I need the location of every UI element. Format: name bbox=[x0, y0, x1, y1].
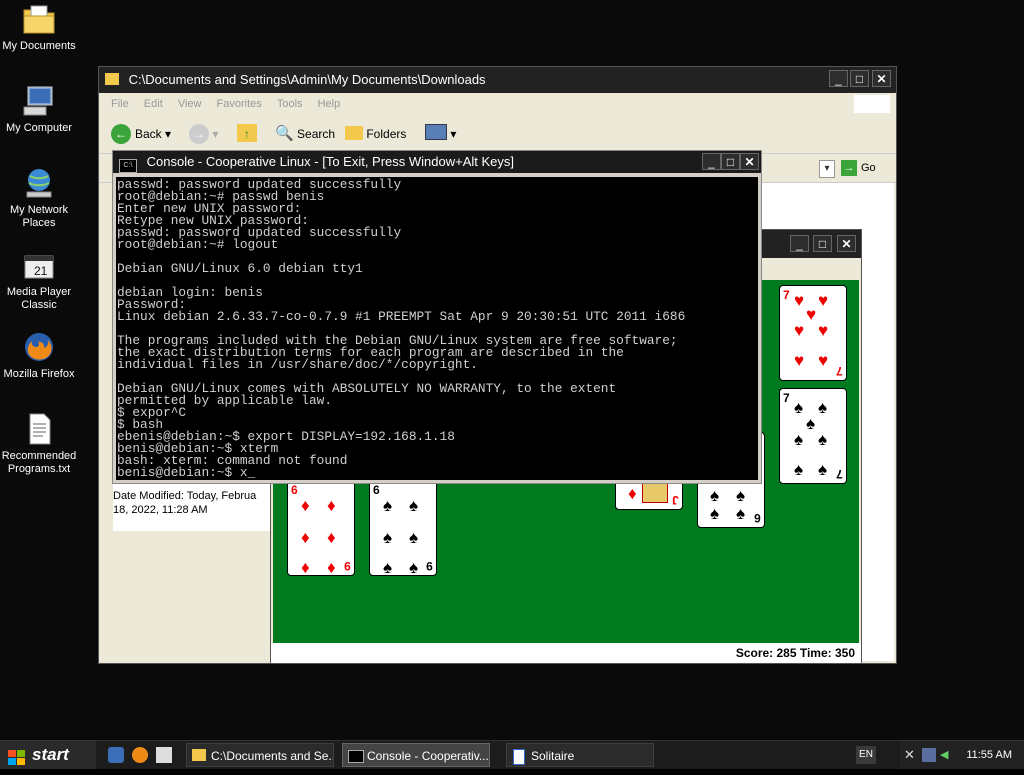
text-file-icon bbox=[22, 412, 56, 446]
explorer-title: C:\Documents and Settings\Admin\My Docum… bbox=[128, 72, 486, 87]
terminal-line: $ expor^C bbox=[117, 405, 187, 420]
search-icon: 🔍 bbox=[275, 125, 294, 142]
computer-icon bbox=[22, 84, 56, 118]
go-button[interactable]: → Go bbox=[841, 158, 876, 178]
menu-view[interactable]: View bbox=[178, 98, 202, 110]
windows-logo-icon bbox=[854, 95, 890, 113]
language-indicator[interactable]: EN bbox=[856, 746, 876, 764]
solitaire-maximize-button[interactable]: □ bbox=[813, 235, 832, 252]
solitaire-icon bbox=[513, 749, 525, 765]
explorer-close-button[interactable]: ✕ bbox=[872, 70, 891, 87]
clock[interactable]: 11:55 AM bbox=[966, 741, 1012, 769]
terminal-text: passwd: password updated successfully roo… bbox=[116, 178, 686, 480]
taskbar: start C:\Documents and Se... Console - C… bbox=[0, 740, 1024, 769]
explorer-maximize-button[interactable]: □ bbox=[850, 70, 869, 87]
folder-documents-icon bbox=[22, 2, 56, 36]
explorer-menubar: File Edit View Favorites Tools Help bbox=[99, 93, 896, 116]
up-folder-icon: ↑ bbox=[237, 124, 257, 142]
card-nine-of-diamonds[interactable]: 6 ♦ ♦ ♦ ♦ ♦ ♦ 9 bbox=[287, 480, 355, 576]
card-nine-of-spades[interactable]: 6 ♠ ♠ ♠ ♠ ♠ ♠ 9 bbox=[369, 480, 437, 576]
taskbar-task-solitaire[interactable]: Solitaire bbox=[506, 743, 654, 767]
folders-icon bbox=[345, 126, 363, 140]
explorer-titlebar[interactable]: C:\Documents and Settings\Admin\My Docum… bbox=[99, 67, 896, 93]
solitaire-status-bar: Score: 285 Time: 350 bbox=[271, 643, 861, 663]
desktop: My Documents My Computer My Network Plac… bbox=[0, 0, 1024, 740]
details-modified-date: 18, 2022, 11:28 AM bbox=[113, 504, 208, 516]
taskbar-task-explorer[interactable]: C:\Documents and Se... bbox=[186, 743, 334, 767]
solitaire-minimize-button[interactable]: _ bbox=[790, 235, 809, 252]
explorer-toolbar: ← Back ▾ → ▾ ↑ 🔍 Search Folders ▾ bbox=[99, 115, 896, 154]
menu-file[interactable]: File bbox=[111, 98, 129, 110]
tray-app-icon[interactable] bbox=[922, 748, 936, 762]
quicklaunch-ie-icon[interactable] bbox=[108, 747, 124, 763]
svg-text:21: 21 bbox=[34, 264, 48, 278]
card-seven-of-spades[interactable]: 7 ♠ ♠ ♠ ♠ ♠ ♠ ♠ 7 bbox=[779, 388, 847, 484]
go-arrow-icon: → bbox=[841, 160, 857, 176]
terminal-line: debian login: benis bbox=[117, 285, 263, 300]
console-icon: C:\ bbox=[119, 159, 137, 173]
up-folder-button[interactable]: ↑ bbox=[237, 124, 257, 144]
views-button[interactable]: ▾ bbox=[425, 124, 456, 144]
search-button[interactable]: 🔍 Search bbox=[275, 124, 335, 144]
forward-button[interactable]: → ▾ bbox=[189, 124, 218, 144]
terminal-line: individual files in /usr/share/doc/*/cop… bbox=[117, 357, 478, 372]
console-close-button[interactable]: ✕ bbox=[740, 153, 759, 170]
details-modified: Date Modified: Today, Februa bbox=[113, 490, 257, 502]
terminal-line: Debian GNU/Linux 6.0 debian tty1 bbox=[117, 261, 363, 276]
back-button[interactable]: ← Back ▾ bbox=[111, 124, 171, 144]
terminal-output[interactable]: passwd: password updated successfully roo… bbox=[116, 177, 758, 480]
solitaire-close-button[interactable]: ✕ bbox=[837, 235, 856, 252]
taskbar-task-console[interactable]: Console - Cooperativ... bbox=[342, 743, 490, 767]
explorer-minimize-button[interactable]: _ bbox=[829, 70, 848, 87]
system-tray: ✕ ◀ 11:55 AM bbox=[900, 741, 1024, 769]
quicklaunch-media-player-icon[interactable] bbox=[156, 747, 172, 763]
console-minimize-button[interactable]: _ bbox=[702, 153, 721, 170]
terminal-line: Linux debian 2.6.33.7-co-0.7.9 #1 PREEMP… bbox=[117, 309, 686, 324]
console-title: Console - Cooperative Linux - [To Exit, … bbox=[146, 154, 515, 169]
menu-edit[interactable]: Edit bbox=[144, 98, 163, 110]
console-titlebar[interactable]: C:\ Console - Cooperative Linux - [To Ex… bbox=[113, 151, 761, 173]
console-window[interactable]: C:\ Console - Cooperative Linux - [To Ex… bbox=[112, 150, 762, 484]
menu-tools[interactable]: Tools bbox=[277, 98, 303, 110]
desktop-icon-media-player[interactable]: 21 Media Player Classic bbox=[0, 248, 78, 312]
desktop-icon-network-places[interactable]: My Network Places bbox=[0, 166, 78, 230]
menu-favorites[interactable]: Favorites bbox=[217, 98, 262, 110]
firefox-icon bbox=[22, 330, 56, 364]
terminal-line: benis@debian:~$ x_ bbox=[117, 465, 256, 480]
windows-flag-icon bbox=[8, 747, 26, 765]
desktop-icon-recommended-programs[interactable]: Recommended Programs.txt bbox=[0, 412, 78, 476]
console-maximize-button[interactable]: □ bbox=[721, 153, 740, 170]
back-arrow-icon: ← bbox=[111, 124, 131, 144]
menu-help[interactable]: Help bbox=[318, 98, 341, 110]
start-button[interactable]: start bbox=[0, 741, 96, 769]
media-player-icon: 21 bbox=[22, 248, 56, 282]
quicklaunch-firefox-icon[interactable] bbox=[132, 747, 148, 763]
terminal-line: root@debian:~# logout bbox=[117, 237, 279, 252]
network-icon bbox=[22, 166, 56, 200]
folder-icon bbox=[105, 73, 119, 85]
volume-icon[interactable]: ◀ bbox=[940, 748, 954, 762]
jack-face-icon bbox=[642, 483, 668, 503]
card-seven-of-hearts[interactable]: 7 ♥ ♥ ♥ ♥ ♥ ♥ ♥ 7 bbox=[779, 285, 847, 381]
folders-button[interactable]: Folders bbox=[345, 124, 406, 144]
views-icon bbox=[425, 124, 447, 140]
forward-arrow-icon: → bbox=[189, 124, 209, 144]
console-icon bbox=[348, 750, 364, 763]
network-x-icon[interactable]: ✕ bbox=[904, 748, 918, 762]
terminal-line: permitted by applicable law. bbox=[117, 393, 333, 408]
desktop-icon-firefox[interactable]: Mozilla Firefox bbox=[0, 330, 78, 381]
address-dropdown-button[interactable]: ▾ bbox=[819, 160, 835, 178]
desktop-icon-my-documents[interactable]: My Documents bbox=[0, 2, 78, 53]
folder-icon bbox=[192, 749, 206, 761]
desktop-icon-my-computer[interactable]: My Computer bbox=[0, 84, 78, 135]
